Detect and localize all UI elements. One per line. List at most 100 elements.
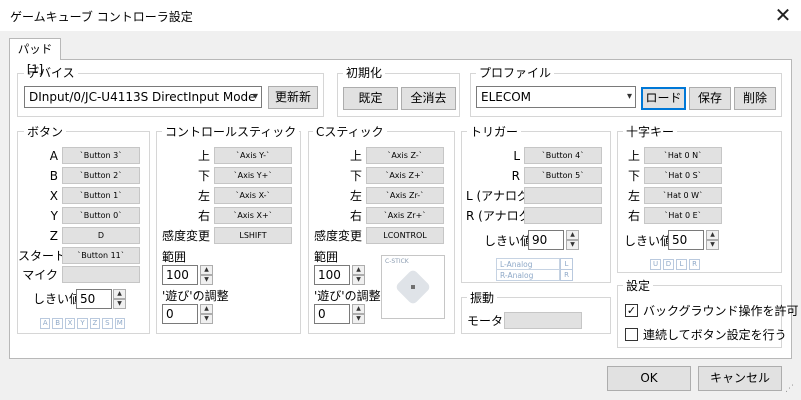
button-mic-binding[interactable] xyxy=(62,266,140,283)
c-stick-preview: C-STICK xyxy=(381,255,445,319)
trigger-l-binding[interactable]: `Button 4` xyxy=(524,147,602,164)
ok-button[interactable]: OK xyxy=(607,366,691,391)
c-stick-deadzone-stepper[interactable]: ▲ ▼ xyxy=(352,304,365,324)
main-stick-deadzone-stepper[interactable]: ▲ ▼ xyxy=(200,304,213,324)
main-stick-left-binding[interactable]: `Axis X-` xyxy=(214,187,292,204)
dpad-up-binding[interactable]: `Hat 0 N` xyxy=(644,147,722,164)
main-stick-deadzone-label: '遊び'の調整 xyxy=(162,289,229,303)
c-stick-modifier-binding[interactable]: LCONTROL xyxy=(366,227,444,244)
c-stick-preview-label: C-STICK xyxy=(385,258,409,265)
indicator-b: B xyxy=(52,318,63,329)
default-button[interactable]: 既定 xyxy=(343,87,398,110)
close-icon[interactable]: ✕ xyxy=(770,3,796,29)
button-start-label: スタート xyxy=(18,249,67,263)
buttons-threshold-stepper[interactable]: ▲ ▼ xyxy=(113,289,126,309)
button-b-label: B xyxy=(49,169,58,183)
c-stick-left-label: 左 xyxy=(349,189,362,203)
button-a-binding[interactable]: `Button 3` xyxy=(62,147,140,164)
button-z-binding[interactable]: D xyxy=(62,227,140,244)
main-stick-range-stepper[interactable]: ▲ ▼ xyxy=(200,265,213,285)
clear-all-button[interactable]: 全消去 xyxy=(401,87,456,110)
c-stick-right-binding[interactable]: `Axis Zr+` xyxy=(366,207,444,224)
trigger-l-analog-binding[interactable] xyxy=(524,187,602,204)
indicator-d: D xyxy=(663,259,674,270)
trigger-threshold-stepper[interactable]: ▲ ▼ xyxy=(566,230,579,250)
main-stick-range-input[interactable]: 100 xyxy=(162,265,198,285)
trigger-group-title: トリガー xyxy=(467,125,522,139)
button-start-binding[interactable]: `Button 11` xyxy=(62,247,140,264)
dpad-down-binding[interactable]: `Hat 0 S` xyxy=(644,167,722,184)
save-profile-button[interactable]: 保存 xyxy=(689,87,731,110)
main-stick-up-label: 上 xyxy=(197,149,210,163)
main-stick-modifier-label: 感度変更 xyxy=(162,229,211,243)
button-y-label: Y xyxy=(50,209,58,223)
button-mic-label: マイク xyxy=(22,268,58,282)
trigger-r-binding[interactable]: `Button 5` xyxy=(524,167,602,184)
load-profile-button[interactable]: ロード xyxy=(641,87,686,110)
c-stick-range-input[interactable]: 100 xyxy=(314,265,350,285)
button-y-binding[interactable]: `Button 0` xyxy=(62,207,140,224)
refresh-device-button[interactable]: 更新新 xyxy=(268,86,318,109)
c-stick-group-title: Cスティック xyxy=(313,125,387,139)
chevron-down-icon: ▾ xyxy=(252,91,258,102)
dpad-right-label: 右 xyxy=(628,209,641,223)
indicator-s: S xyxy=(102,318,113,329)
trigger-threshold-input[interactable]: 90 xyxy=(528,230,564,250)
indicator-a: A xyxy=(40,318,51,329)
trigger-r-analog-binding[interactable] xyxy=(524,207,602,224)
indicator-y: Y xyxy=(77,318,88,329)
indicator-m: M xyxy=(114,318,125,329)
dpad-threshold-stepper[interactable]: ▲ ▼ xyxy=(706,230,719,250)
background-input-checkbox[interactable]: ✓ xyxy=(625,304,638,317)
device-select-value: DInput/0/JC-U4113S DirectInput Mode xyxy=(29,90,256,104)
buttons-indicators: A B X Y Z S M xyxy=(40,318,125,329)
main-stick-modifier-binding[interactable]: LSHIFT xyxy=(214,227,292,244)
buttons-threshold-input[interactable]: 50 xyxy=(76,289,112,309)
trigger-r-label: R xyxy=(511,169,520,183)
button-x-binding[interactable]: `Button 1` xyxy=(62,187,140,204)
main-stick-group-title: コントロールスティック xyxy=(162,125,300,139)
c-stick-left-binding[interactable]: `Axis Zr-` xyxy=(366,187,444,204)
c-stick-up-binding[interactable]: `Axis Z-` xyxy=(366,147,444,164)
main-stick-down-binding[interactable]: `Axis Y+` xyxy=(214,167,292,184)
c-stick-deadzone-input[interactable]: 0 xyxy=(314,304,350,324)
main-stick-right-label: 右 xyxy=(197,209,210,223)
chevron-down-icon: ▾ xyxy=(626,91,632,102)
background-input-label[interactable]: バックグラウンド操作を許可 xyxy=(643,303,799,319)
indicator-r: R xyxy=(689,259,700,270)
rumble-motor-binding[interactable] xyxy=(504,312,582,329)
indicator-l: L xyxy=(676,259,687,270)
c-stick-up-label: 上 xyxy=(349,149,362,163)
button-b-binding[interactable]: `Button 2` xyxy=(62,167,140,184)
tab-pad-1[interactable]: パッド [1] xyxy=(9,38,61,76)
indicator-x: X xyxy=(64,318,76,329)
c-stick-down-binding[interactable]: `Axis Z+` xyxy=(366,167,444,184)
buttons-group-title: ボタン xyxy=(24,125,67,139)
dpad-right-binding[interactable]: `Hat 0 E` xyxy=(644,207,722,224)
dpad-indicators: U D L R xyxy=(650,259,700,270)
cancel-button[interactable]: キャンセル xyxy=(698,366,782,391)
trigger-l-label: L xyxy=(513,149,520,163)
c-stick-down-label: 下 xyxy=(349,169,362,183)
main-stick-right-binding[interactable]: `Axis X+` xyxy=(214,207,292,224)
profile-select[interactable]: ELECOM ▾ xyxy=(476,86,636,108)
settings-group-title: 設定 xyxy=(623,279,654,293)
button-a-label: A xyxy=(49,149,58,163)
main-stick-left-label: 左 xyxy=(197,189,210,203)
sequential-config-checkbox[interactable] xyxy=(625,328,638,341)
main-stick-up-binding[interactable]: `Axis Y-` xyxy=(214,147,292,164)
dpad-threshold-label: しきい値 xyxy=(624,234,673,248)
sequential-config-label[interactable]: 連続してボタン設定を行う xyxy=(643,327,787,343)
delete-profile-button[interactable]: 削除 xyxy=(734,87,776,110)
c-stick-range-label: 範囲 xyxy=(314,250,339,264)
dpad-threshold-input[interactable]: 50 xyxy=(668,230,704,250)
resize-grip-icon[interactable]: ⋰ xyxy=(785,384,797,396)
c-stick-range-stepper[interactable]: ▲ ▼ xyxy=(352,265,365,285)
c-stick-modifier-label: 感度変更 xyxy=(314,229,363,243)
device-select[interactable]: DInput/0/JC-U4113S DirectInput Mode ▾ xyxy=(24,86,262,108)
dpad-left-binding[interactable]: `Hat 0 W` xyxy=(644,187,722,204)
button-z-label: Z xyxy=(49,229,58,243)
main-stick-deadzone-input[interactable]: 0 xyxy=(162,304,198,324)
c-stick-position-dot xyxy=(411,285,415,289)
trigger-threshold-label: しきい値 xyxy=(484,234,533,248)
